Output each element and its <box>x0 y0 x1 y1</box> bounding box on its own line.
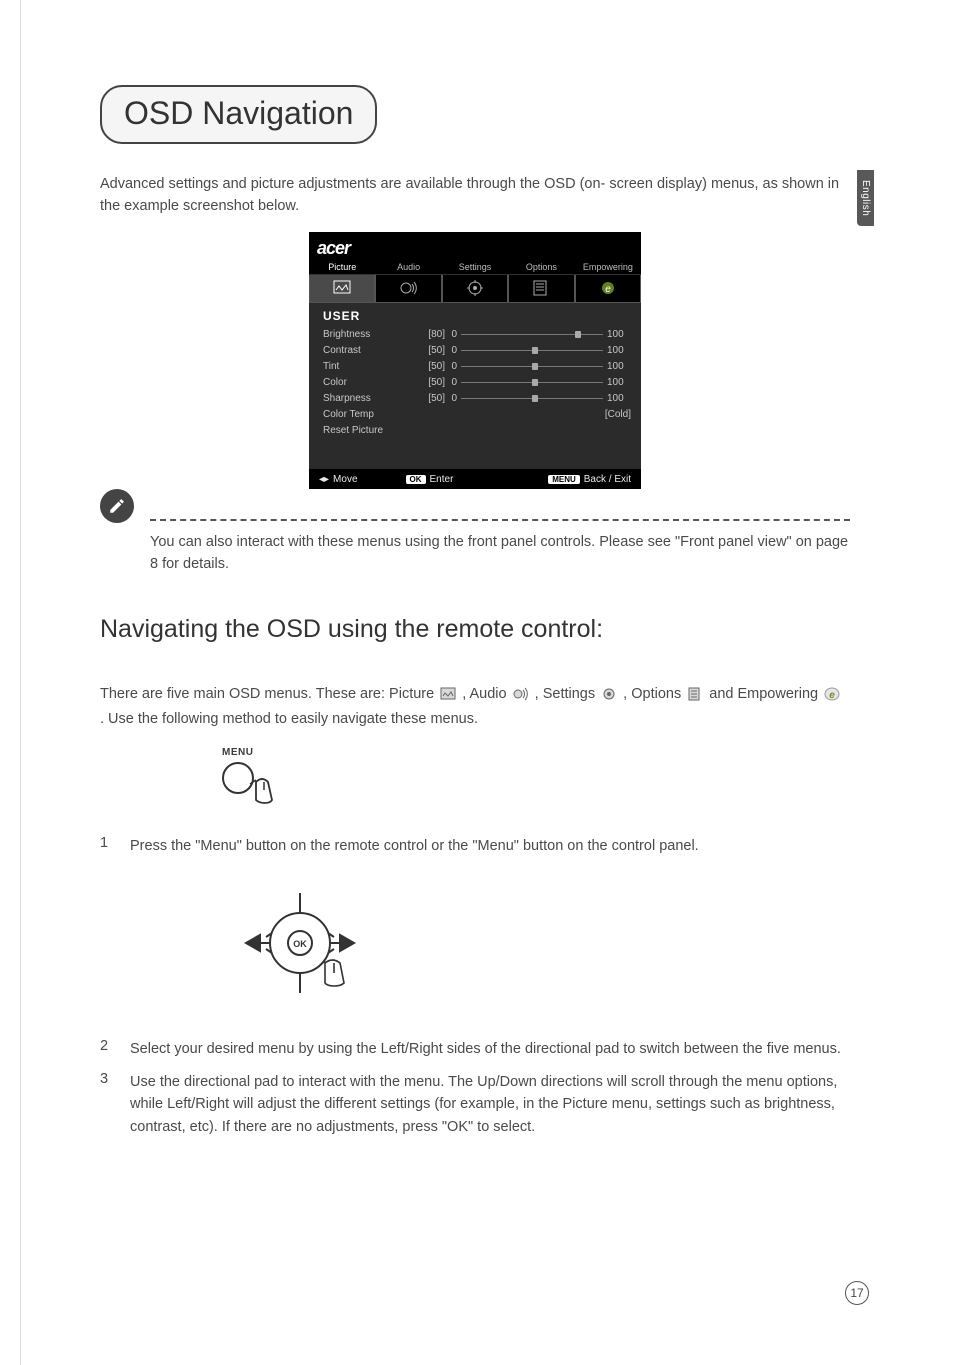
osd-row-slider <box>461 350 603 351</box>
options-icon <box>508 275 574 303</box>
osd-row-min: 0 <box>445 361 457 372</box>
osd-slider-row: Tint[50]0 100 <box>323 359 631 375</box>
menu-button-figure: MENU <box>220 747 850 813</box>
menus-description: There are five main OSD menus. These are… <box>100 684 850 731</box>
osd-row-slider <box>461 366 603 367</box>
osd-tab-settings: Settings <box>442 259 508 274</box>
picture-icon <box>309 275 375 303</box>
options-icon <box>687 687 703 709</box>
svg-text:e: e <box>829 690 835 701</box>
ok-label: OK <box>293 939 307 949</box>
step-2-text: Select your desired menu by using the Le… <box>130 1038 850 1060</box>
osd-row-label: Contrast <box>323 345 411 356</box>
step-1: 1 Press the "Menu" button on the remote … <box>100 835 850 857</box>
osd-row-value: [50] <box>411 345 445 356</box>
step-3: 3 Use the directional pad to interact wi… <box>100 1071 850 1138</box>
osd-section: USER <box>323 309 631 323</box>
empowering-icon: e <box>575 275 641 303</box>
osd-tab-picture: Picture <box>309 259 375 274</box>
osd-text-row: Color Temp [Cold] <box>323 407 631 423</box>
footer-back: Back / Exit <box>584 474 631 485</box>
step-1-text: Press the "Menu" button on the remote co… <box>130 835 850 857</box>
audio-icon <box>513 687 529 709</box>
page-number: 17 <box>845 1281 869 1305</box>
step-1-number: 1 <box>100 835 114 857</box>
step-2: 2 Select your desired menu by using the … <box>100 1038 850 1060</box>
osd-row-slider <box>461 334 603 335</box>
step-3-number: 3 <box>100 1071 114 1138</box>
osd-row-label: Reset Picture <box>323 425 411 436</box>
section-title: OSD Navigation <box>124 95 353 132</box>
empowering-icon: e <box>824 687 840 709</box>
osd-row-slider <box>461 382 603 383</box>
osd-tab-empowering: Empowering <box>575 259 641 274</box>
osd-row-slider <box>461 398 603 399</box>
settings-icon <box>601 687 617 709</box>
language-tab: English <box>857 170 874 226</box>
note-divider <box>150 519 850 521</box>
note-text: You can also interact with these menus u… <box>150 531 850 576</box>
osd-slider-row: Color[50]0 100 <box>323 375 631 391</box>
osd-row-right: [Cold] <box>605 409 631 420</box>
osd-row-max: 100 <box>607 377 631 388</box>
pencil-note-icon <box>100 489 134 523</box>
audio-icon <box>375 275 441 303</box>
subheading: Navigating the OSD using the remote cont… <box>100 615 850 644</box>
osd-tab-options: Options <box>508 259 574 274</box>
note-box: You can also interact with these menus u… <box>100 519 850 576</box>
directional-pad-figure: OK <box>210 883 850 1008</box>
osd-slider-row: Sharpness[50]0 100 <box>323 391 631 407</box>
osd-row-label: Color Temp <box>323 409 411 420</box>
osd-row-max: 100 <box>607 329 631 340</box>
osd-row-value: [50] <box>411 377 445 388</box>
osd-text-row: Reset Picture <box>323 423 631 439</box>
acer-logo: acer <box>317 238 633 259</box>
osd-row-max: 100 <box>607 345 631 356</box>
osd-row-min: 0 <box>445 393 457 404</box>
intro-text: Advanced settings and picture adjustment… <box>100 174 850 218</box>
step-2-number: 2 <box>100 1038 114 1060</box>
ok-key-icon: OK <box>406 475 426 484</box>
osd-slider-row: Contrast[50]0 100 <box>323 343 631 359</box>
step-3-text: Use the directional pad to interact with… <box>130 1071 850 1138</box>
osd-row-value: [50] <box>411 361 445 372</box>
osd-row-label: Tint <box>323 361 411 372</box>
osd-row-min: 0 <box>445 377 457 388</box>
press-menu-icon <box>220 760 300 808</box>
osd-row-max: 100 <box>607 393 631 404</box>
osd-row-label: Color <box>323 377 411 388</box>
settings-icon <box>442 275 508 303</box>
footer-move: Move <box>333 474 357 485</box>
picture-icon <box>440 687 456 709</box>
osd-row-max: 100 <box>607 361 631 372</box>
arrow-lr-icon: ◂▸ <box>319 474 329 485</box>
osd-row-label: Brightness <box>323 329 411 340</box>
osd-row-min: 0 <box>445 329 457 340</box>
menu-key-icon: MENU <box>548 475 580 484</box>
footer-enter: Enter <box>430 474 454 485</box>
osd-slider-row: Brightness[80]0 100 <box>323 327 631 343</box>
osd-row-value: [50] <box>411 393 445 404</box>
section-title-box: OSD Navigation <box>100 85 377 144</box>
page-left-rule <box>20 0 21 1365</box>
page-content: OSD Navigation Advanced settings and pic… <box>100 85 850 1138</box>
osd-row-min: 0 <box>445 345 457 356</box>
osd-screenshot: acer Picture Audio Settings Options Empo… <box>309 232 641 489</box>
osd-row-value: [80] <box>411 329 445 340</box>
osd-row-label: Sharpness <box>323 393 411 404</box>
osd-tab-audio: Audio <box>375 259 441 274</box>
menu-label: MENU <box>222 747 850 758</box>
svg-text:e: e <box>605 284 611 295</box>
